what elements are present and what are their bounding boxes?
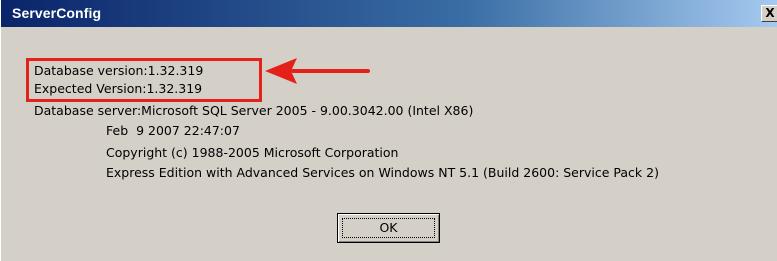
version-highlight-box <box>26 58 262 102</box>
close-icon: X <box>765 6 775 20</box>
ok-button-label: OK <box>379 220 398 235</box>
edition-text: Express Edition with Advanced Services o… <box>106 165 659 180</box>
title-bar[interactable]: ServerConfig X <box>1 0 777 27</box>
serverconfig-dialog: ServerConfig X Database version:1.32.319… <box>0 0 777 261</box>
left-arrow-icon <box>265 58 370 84</box>
ok-button[interactable]: OK <box>337 213 440 243</box>
close-button[interactable]: X <box>761 5 777 22</box>
copyright-text: Copyright (c) 1988-2005 Microsoft Corpor… <box>106 145 399 160</box>
build-date-text: Feb 9 2007 22:47:07 <box>106 123 240 138</box>
database-server-text: Database server:Microsoft SQL Server 200… <box>34 103 474 118</box>
window-title: ServerConfig <box>12 5 102 21</box>
